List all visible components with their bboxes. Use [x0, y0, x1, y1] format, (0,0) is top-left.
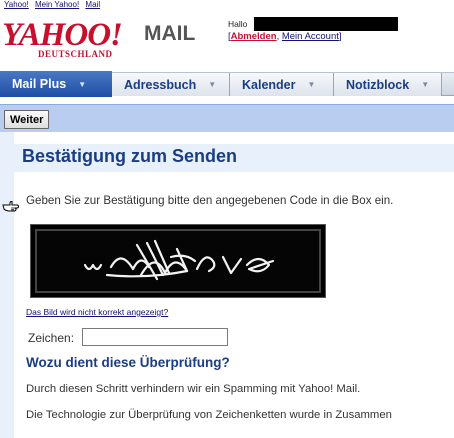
explanation-paragraph-1: Durch diesen Schritt verhindern wir ein …	[26, 383, 361, 395]
yahoo-mail-logo[interactable]: YAHOO! MAIL DEUTSCHLAND	[2, 13, 202, 59]
tab-adressbuch[interactable]: Adressbuch ▼	[112, 73, 230, 96]
my-account-link[interactable]: Mein Account	[282, 31, 339, 42]
logo-product: MAIL	[144, 22, 196, 45]
captcha-glyphs	[83, 239, 275, 281]
main-tab-bar: Mail Plus ▼ Adressbuch ▼ Kalender ▼ Noti…	[0, 71, 454, 97]
logout-link[interactable]: Abmelden	[231, 31, 277, 42]
action-toolbar: Weiter	[0, 104, 454, 132]
tab-kalender[interactable]: Kalender ▼	[230, 73, 334, 96]
redacted-username	[254, 17, 398, 31]
captcha-input[interactable]	[82, 328, 228, 346]
continue-button[interactable]: Weiter	[4, 110, 50, 129]
top-nav: Yahoo! Mein Yahoo! Mail	[4, 0, 104, 9]
tab-notizblock[interactable]: Notizblock ▼	[334, 73, 442, 96]
top-link-mail[interactable]: Mail	[85, 0, 100, 9]
chevron-down-icon[interactable]: ▼	[421, 80, 429, 89]
logo-region: DEUTSCHLAND	[38, 49, 113, 59]
tab-label: Adressbuch	[124, 77, 197, 92]
hand-pointer-icon	[2, 201, 20, 212]
chevron-down-icon[interactable]: ▼	[308, 80, 316, 89]
tab-mail-plus[interactable]: Mail Plus ▼	[0, 71, 112, 97]
chevron-down-icon[interactable]: ▼	[208, 80, 216, 89]
page-title: Bestätigung zum Senden	[22, 146, 238, 166]
top-link-my-yahoo[interactable]: Mein Yahoo!	[35, 0, 79, 9]
image-problem-link[interactable]: Das Bild wird nicht korrekt angezeigt?	[26, 307, 168, 317]
explanation-paragraph-2: Die Technologie zur Überprüfung von Zeic…	[26, 409, 392, 421]
chevron-down-icon[interactable]: ▼	[78, 80, 86, 89]
why-heading: Wozu dient diese Überprüfung?	[26, 355, 230, 370]
greeting: Hallo	[228, 19, 248, 29]
captcha-image	[30, 224, 326, 298]
tab-label: Notizblock	[346, 77, 410, 92]
top-link-yahoo[interactable]: Yahoo!	[4, 0, 29, 9]
instruction-text: Geben Sie zur Bestätigung bitte den ange…	[26, 194, 394, 207]
tab-label: Kalender	[242, 77, 296, 92]
tab-label: Mail Plus	[12, 77, 67, 91]
account-links: [Abmelden, Mein Account]	[228, 31, 342, 42]
captcha-frame	[35, 229, 321, 293]
characters-label: Zeichen:	[28, 331, 75, 345]
left-margin-strip	[0, 132, 14, 438]
